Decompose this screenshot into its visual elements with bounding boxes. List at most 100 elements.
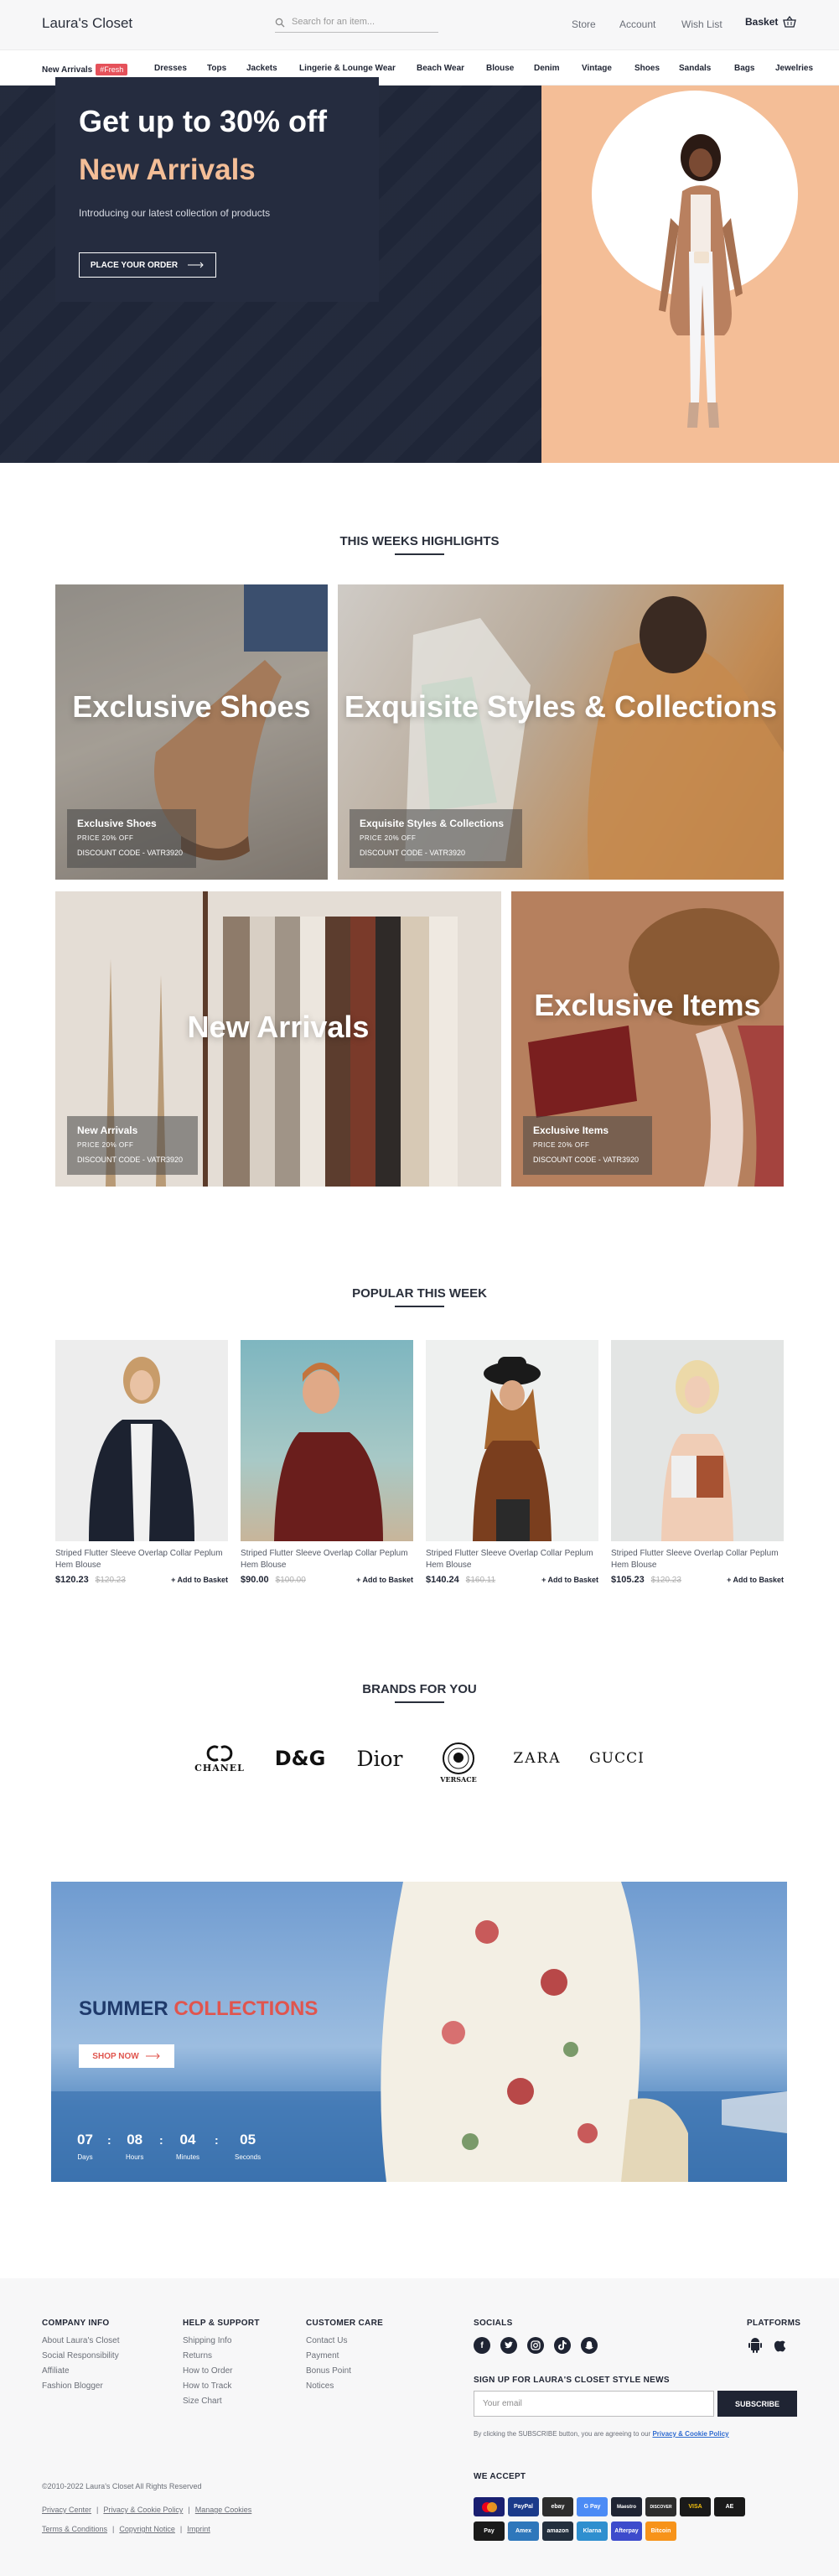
product-image[interactable] xyxy=(241,1340,413,1541)
add-to-basket-button[interactable]: + Add to Basket xyxy=(356,1576,413,1584)
highlight-tile-new-arrivals[interactable]: New Arrivals New Arrivals PRICE 20% OFF … xyxy=(55,891,501,1187)
product-old-price: $160.11 xyxy=(465,1576,496,1585)
amazon-icon: amazon xyxy=(542,2521,573,2541)
footer-link[interactable]: Notices xyxy=(306,2381,334,2391)
footer-platforms-title: PLATFORMS xyxy=(747,2319,801,2328)
cat-new-arrivals[interactable]: New Arrivals #Fresh xyxy=(42,64,128,75)
product-name[interactable]: Striped Flutter Sleeve Overlap Collar Pe… xyxy=(426,1548,593,1571)
instagram-icon[interactable] xyxy=(527,2337,544,2354)
brand-chanel[interactable]: CHANEL xyxy=(193,1739,246,1778)
tile-exclusive-items-card: Exclusive Items PRICE 20% OFF DISCOUNT C… xyxy=(523,1116,652,1175)
footer-link[interactable]: Returns xyxy=(183,2351,212,2360)
tile-styles-title: Exquisite Styles & Collections xyxy=(360,818,505,829)
cat-vintage[interactable]: Vintage xyxy=(582,64,612,73)
footer-link[interactable]: Fashion Blogger xyxy=(42,2381,103,2391)
tile-exclusive-items-price: PRICE 20% OFF xyxy=(533,1141,590,1149)
brand-gucci[interactable]: GUCCI xyxy=(587,1739,647,1778)
add-to-basket-button[interactable]: + Add to Basket xyxy=(541,1576,598,1584)
site-logo[interactable]: Laura's Closet xyxy=(42,15,132,32)
footer-link[interactable]: Shipping Info xyxy=(183,2336,231,2345)
imprint-link[interactable]: Imprint xyxy=(187,2525,210,2533)
add-to-basket-button[interactable]: + Add to Basket xyxy=(727,1576,784,1584)
cat-jewelries[interactable]: Jewelries xyxy=(775,64,813,73)
countdown-separator: : xyxy=(159,2133,163,2147)
product-photo-1 xyxy=(89,1357,194,1541)
search-bar[interactable] xyxy=(275,14,438,33)
privacy-center-link[interactable]: Privacy Center xyxy=(42,2506,91,2514)
basket-button[interactable]: Basket xyxy=(745,16,797,28)
twitter-icon[interactable] xyxy=(500,2337,517,2354)
brand-dg[interactable]: D&G xyxy=(273,1739,327,1778)
cat-bags[interactable]: Bags xyxy=(734,64,754,73)
facebook-icon[interactable]: f xyxy=(474,2337,490,2354)
product-name[interactable]: Striped Flutter Sleeve Overlap Collar Pe… xyxy=(611,1548,779,1571)
highlight-tile-styles[interactable]: Exquisite Styles & Collections Exquisite… xyxy=(338,584,784,880)
cat-blouse[interactable]: Blouse xyxy=(486,64,514,73)
android-icon[interactable] xyxy=(748,2337,763,2358)
footer-link[interactable]: Affiliate xyxy=(42,2366,70,2376)
cat-beach-wear[interactable]: Beach Wear xyxy=(417,64,464,73)
privacy-cookie-link[interactable]: Privacy & Cookie Policy xyxy=(103,2506,183,2514)
search-icon[interactable] xyxy=(275,18,285,28)
cat-tops[interactable]: Tops xyxy=(207,64,226,73)
footer-link[interactable]: About Laura's Closet xyxy=(42,2336,120,2345)
newsletter-title: SIGN UP FOR LAURA'S CLOSET STYLE NEWS xyxy=(474,2376,670,2385)
nav-store[interactable]: Store xyxy=(572,18,596,30)
countdown-days-label: Days xyxy=(77,2153,93,2161)
product-card[interactable]: Striped Flutter Sleeve Overlap Collar Pe… xyxy=(241,1340,413,1585)
nav-account[interactable]: Account xyxy=(619,18,655,30)
consent-policy-link[interactable]: Privacy & Cookie Policy xyxy=(652,2430,728,2438)
footer-socials-title: SOCIALS xyxy=(474,2319,513,2328)
product-card[interactable]: Striped Flutter Sleeve Overlap Collar Pe… xyxy=(55,1340,228,1585)
footer-link[interactable]: Social Responsibility xyxy=(42,2351,119,2360)
versace-medusa-icon xyxy=(443,1742,474,1774)
manage-cookies-link[interactable]: Manage Cookies xyxy=(195,2506,252,2514)
product-card[interactable]: Striped Flutter Sleeve Overlap Collar Pe… xyxy=(611,1340,784,1585)
ebay-icon: ebay xyxy=(542,2497,573,2516)
shop-now-button[interactable]: SHOP NOW xyxy=(79,2044,174,2068)
footer-link[interactable]: Contact Us xyxy=(306,2336,347,2345)
highlight-tile-exclusive-items[interactable]: Exclusive Items Exclusive Items PRICE 20… xyxy=(511,891,784,1187)
footer-link[interactable]: Payment xyxy=(306,2351,339,2360)
cat-jackets[interactable]: Jackets xyxy=(246,64,277,73)
cat-dresses[interactable]: Dresses xyxy=(154,64,187,73)
summer-word-2: COLLECTIONS xyxy=(173,1997,319,2020)
newsletter-consent: By clicking the SUBSCRIBE button, you ar… xyxy=(474,2430,729,2438)
tiktok-icon[interactable] xyxy=(554,2337,571,2354)
cat-sandals[interactable]: Sandals xyxy=(679,64,711,73)
countdown-seconds: 05 Seconds xyxy=(235,2132,261,2161)
product-name[interactable]: Striped Flutter Sleeve Overlap Collar Pe… xyxy=(241,1548,408,1571)
footer-care-title: CUSTOMER CARE xyxy=(306,2319,384,2328)
countdown-days-value: 07 xyxy=(77,2132,93,2148)
brand-zara[interactable]: ZARA xyxy=(508,1739,567,1778)
snapchat-icon[interactable] xyxy=(581,2337,598,2354)
footer-link[interactable]: How to Order xyxy=(183,2366,232,2376)
place-order-button[interactable]: PLACE YOUR ORDER xyxy=(79,252,216,278)
product-price-row: $105.23 $120.23 + Add to Basket xyxy=(611,1575,784,1585)
cat-lingerie[interactable]: Lingerie & Lounge Wear xyxy=(299,64,396,73)
product-name[interactable]: Striped Flutter Sleeve Overlap Collar Pe… xyxy=(55,1548,223,1571)
tile-exclusive-items-code: DISCOUNT CODE - VATR3920 xyxy=(533,1156,640,1164)
brand-dior[interactable]: Dior xyxy=(350,1739,409,1778)
product-image[interactable] xyxy=(426,1340,598,1541)
terms-link[interactable]: Terms & Conditions xyxy=(42,2525,107,2533)
cat-shoes[interactable]: Shoes xyxy=(634,64,660,73)
copyright-notice-link[interactable]: Copyright Notice xyxy=(119,2525,175,2533)
footer-link[interactable]: How to Track xyxy=(183,2381,231,2391)
product-card[interactable]: Striped Flutter Sleeve Overlap Collar Pe… xyxy=(426,1340,598,1585)
summer-title: SUMMER COLLECTIONS xyxy=(79,1997,318,2021)
subscribe-button[interactable]: SUBSCRIBE xyxy=(717,2391,797,2417)
add-to-basket-button[interactable]: + Add to Basket xyxy=(171,1576,228,1584)
apple-icon[interactable] xyxy=(773,2336,788,2357)
newsletter-email-input[interactable] xyxy=(474,2391,714,2417)
footer-link[interactable]: Size Chart xyxy=(183,2397,222,2406)
nav-wishlist[interactable]: Wish List xyxy=(681,18,722,30)
footer-link[interactable]: Bonus Point xyxy=(306,2366,351,2376)
brand-versace[interactable]: VERSACE xyxy=(432,1739,485,1786)
hero-subheadline: New Arrivals xyxy=(79,153,256,186)
highlight-tile-shoes[interactable]: Exclusive Shoes Exclusive Shoes PRICE 20… xyxy=(55,584,328,880)
search-input[interactable] xyxy=(292,17,434,27)
product-image[interactable] xyxy=(611,1340,784,1541)
cat-denim[interactable]: Denim xyxy=(534,64,560,73)
product-image[interactable] xyxy=(55,1340,228,1541)
